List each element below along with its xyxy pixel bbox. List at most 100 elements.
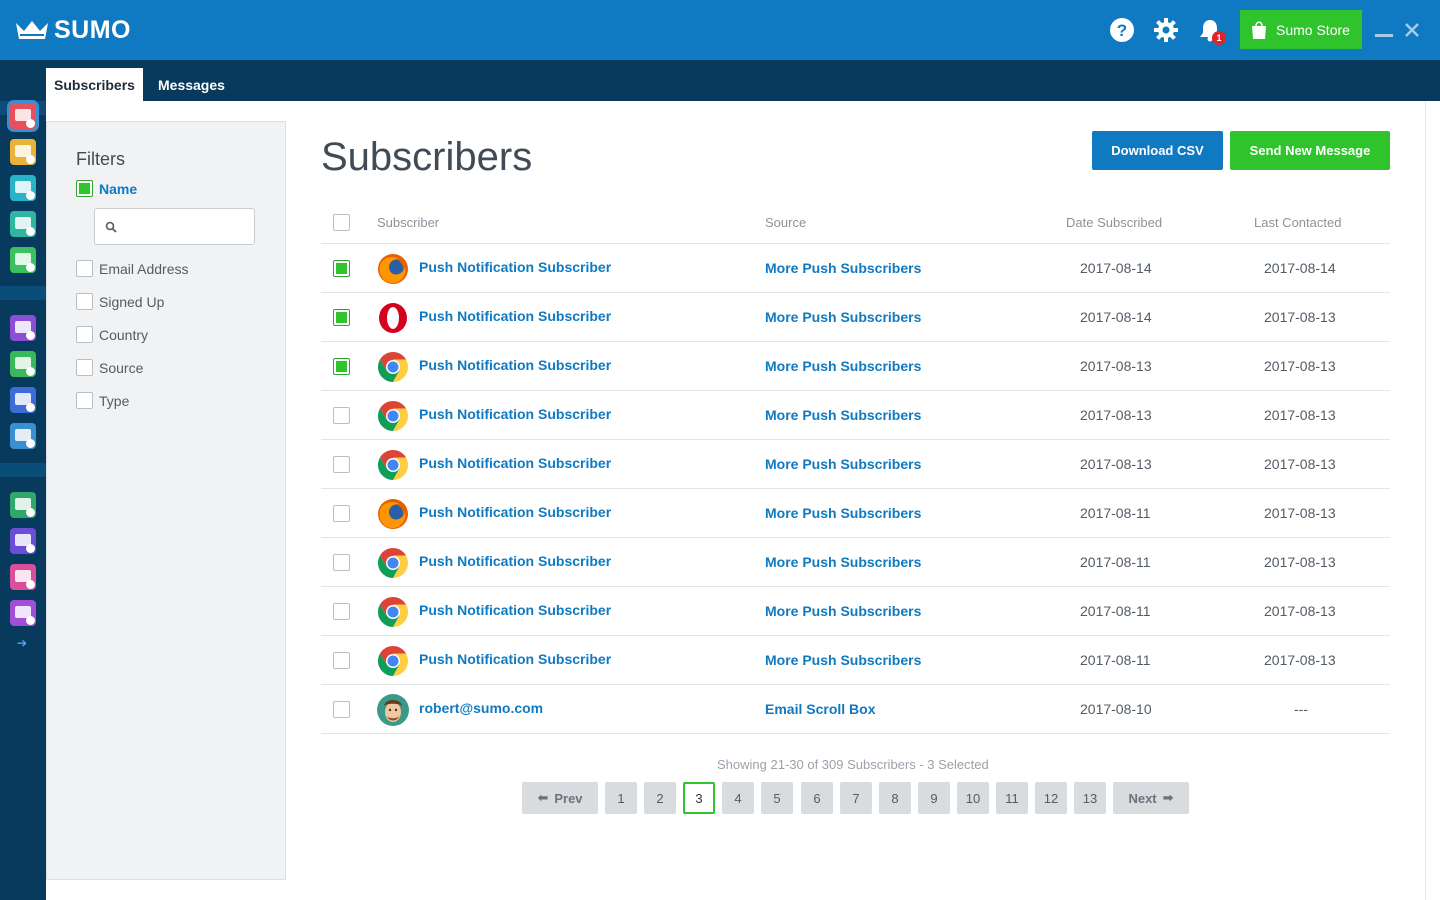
row-checkbox[interactable] — [333, 554, 350, 571]
page-button-11[interactable]: 11 — [996, 782, 1028, 814]
header-last-contacted[interactable]: Last Contacted — [1254, 215, 1341, 230]
app-icon-share[interactable] — [10, 315, 36, 341]
row-checkbox[interactable] — [333, 456, 350, 473]
subscriber-name-link[interactable]: Push Notification Subscriber — [419, 259, 611, 275]
source-link[interactable]: Email Scroll Box — [765, 701, 875, 717]
app-icon-welcome-mat[interactable] — [10, 211, 36, 237]
filter-source[interactable]: Source — [76, 359, 143, 376]
source-link[interactable]: More Push Subscribers — [765, 260, 921, 276]
app-icon-content-analytics[interactable] — [10, 423, 36, 449]
last-contacted: 2017-08-13 — [1264, 309, 1336, 325]
table-row[interactable]: Push Notification Subscriber More Push Su… — [321, 440, 1390, 489]
page-button-5[interactable]: 5 — [761, 782, 793, 814]
gear-icon[interactable] — [1153, 17, 1179, 43]
table-row[interactable]: robert@sumo.com Email Scroll Box 2017-08-1… — [321, 685, 1390, 734]
header-date-subscribed[interactable]: Date Subscribed — [1066, 215, 1162, 230]
app-icon-scroll-box[interactable] — [10, 175, 36, 201]
select-all-checkbox[interactable] — [333, 214, 350, 231]
close-icon[interactable] — [1401, 18, 1423, 42]
page-button-9[interactable]: 9 — [918, 782, 950, 814]
sumo-store-button[interactable]: Sumo Store — [1240, 10, 1362, 49]
filter-type[interactable]: Type — [76, 392, 129, 409]
row-checkbox[interactable] — [333, 260, 350, 277]
source-link[interactable]: More Push Subscribers — [765, 358, 921, 374]
table-row[interactable]: Push Notification Subscriber More Push Su… — [321, 244, 1390, 293]
row-checkbox[interactable] — [333, 407, 350, 424]
download-csv-button[interactable]: Download CSV — [1092, 131, 1223, 170]
app-icon-heat-maps[interactable] — [10, 528, 36, 554]
filter-name[interactable]: Name — [76, 180, 137, 197]
app-icon-list-builder[interactable] — [10, 103, 36, 129]
source-link[interactable]: More Push Subscribers — [765, 652, 921, 668]
sumo-logo[interactable]: SUMO — [14, 16, 131, 45]
table-row[interactable]: Push Notification Subscriber More Push Su… — [321, 293, 1390, 342]
table-row[interactable]: Push Notification Subscriber More Push Su… — [321, 342, 1390, 391]
table-row[interactable]: Push Notification Subscriber More Push Su… — [321, 636, 1390, 685]
filter-country-checkbox[interactable] — [76, 326, 93, 343]
page-button-4[interactable]: 4 — [722, 782, 754, 814]
subscriber-name-link[interactable]: Push Notification Subscriber — [419, 357, 611, 373]
tab-subscribers[interactable]: Subscribers — [46, 68, 143, 101]
app-icon-google-analytics[interactable] — [10, 492, 36, 518]
header-source[interactable]: Source — [765, 215, 806, 230]
row-checkbox[interactable] — [333, 309, 350, 326]
subscriber-name-link[interactable]: Push Notification Subscriber — [419, 406, 611, 422]
filter-country[interactable]: Country — [76, 326, 148, 343]
prev-page-button[interactable]: ⬅ Prev — [522, 782, 598, 814]
table-row[interactable]: Push Notification Subscriber More Push Su… — [321, 391, 1390, 440]
page-button-3[interactable]: 3 — [683, 782, 715, 814]
subscriber-name-link[interactable]: Push Notification Subscriber — [419, 553, 611, 569]
page-button-2[interactable]: 2 — [644, 782, 676, 814]
header-subscriber[interactable]: Subscriber — [377, 215, 439, 230]
expand-arrow-icon[interactable]: ➔ — [17, 636, 27, 650]
page-button-12[interactable]: 12 — [1035, 782, 1067, 814]
row-checkbox[interactable] — [333, 652, 350, 669]
page-button-1[interactable]: 1 — [605, 782, 637, 814]
table-row[interactable]: Push Notification Subscriber More Push Su… — [321, 587, 1390, 636]
notifications-bell-icon[interactable]: 1 — [1197, 17, 1226, 45]
filter-email-checkbox[interactable] — [76, 260, 93, 277]
subscriber-name-link[interactable]: robert@sumo.com — [419, 700, 543, 716]
name-search-input[interactable] — [123, 215, 248, 239]
row-checkbox[interactable] — [333, 701, 350, 718]
subscriber-name-link[interactable]: Push Notification Subscriber — [419, 308, 611, 324]
subscriber-name-link[interactable]: Push Notification Subscriber — [419, 455, 611, 471]
subscriber-name-link[interactable]: Push Notification Subscriber — [419, 504, 611, 520]
page-button-8[interactable]: 8 — [879, 782, 911, 814]
page-button-7[interactable]: 7 — [840, 782, 872, 814]
app-icon-discover[interactable] — [10, 564, 36, 590]
page-button-13[interactable]: 13 — [1074, 782, 1106, 814]
row-checkbox[interactable] — [333, 358, 350, 375]
source-link[interactable]: More Push Subscribers — [765, 603, 921, 619]
minimize-icon[interactable] — [1373, 18, 1395, 42]
table-row[interactable]: Push Notification Subscriber More Push Su… — [321, 489, 1390, 538]
app-icon-highlighter[interactable] — [10, 387, 36, 413]
help-icon[interactable]: ? — [1109, 17, 1135, 43]
subscriber-name-link[interactable]: Push Notification Subscriber — [419, 651, 611, 667]
app-icon-push-notifications[interactable] — [10, 600, 36, 626]
name-search-field[interactable] — [94, 208, 255, 245]
subscriber-name-link[interactable]: Push Notification Subscriber — [419, 602, 611, 618]
filter-signed-up-checkbox[interactable] — [76, 293, 93, 310]
filter-email-address[interactable]: Email Address — [76, 260, 188, 277]
next-page-button[interactable]: Next ➡ — [1113, 782, 1189, 814]
app-icon-image-sharer[interactable] — [10, 351, 36, 377]
filter-source-checkbox[interactable] — [76, 359, 93, 376]
page-button-10[interactable]: 10 — [957, 782, 989, 814]
send-new-message-button[interactable]: Send New Message — [1230, 131, 1390, 170]
tab-messages[interactable]: Messages — [150, 68, 233, 101]
source-link[interactable]: More Push Subscribers — [765, 407, 921, 423]
row-checkbox[interactable] — [333, 603, 350, 620]
source-link[interactable]: More Push Subscribers — [765, 309, 921, 325]
table-row[interactable]: Push Notification Subscriber More Push Su… — [321, 538, 1390, 587]
source-link[interactable]: More Push Subscribers — [765, 456, 921, 472]
source-link[interactable]: More Push Subscribers — [765, 554, 921, 570]
app-icon-smart-bar[interactable] — [10, 139, 36, 165]
filter-type-checkbox[interactable] — [76, 392, 93, 409]
row-checkbox[interactable] — [333, 505, 350, 522]
page-button-6[interactable]: 6 — [801, 782, 833, 814]
filter-name-checkbox[interactable] — [76, 180, 93, 197]
filter-signed-up[interactable]: Signed Up — [76, 293, 164, 310]
app-icon-contact-form[interactable] — [10, 247, 36, 273]
source-link[interactable]: More Push Subscribers — [765, 505, 921, 521]
